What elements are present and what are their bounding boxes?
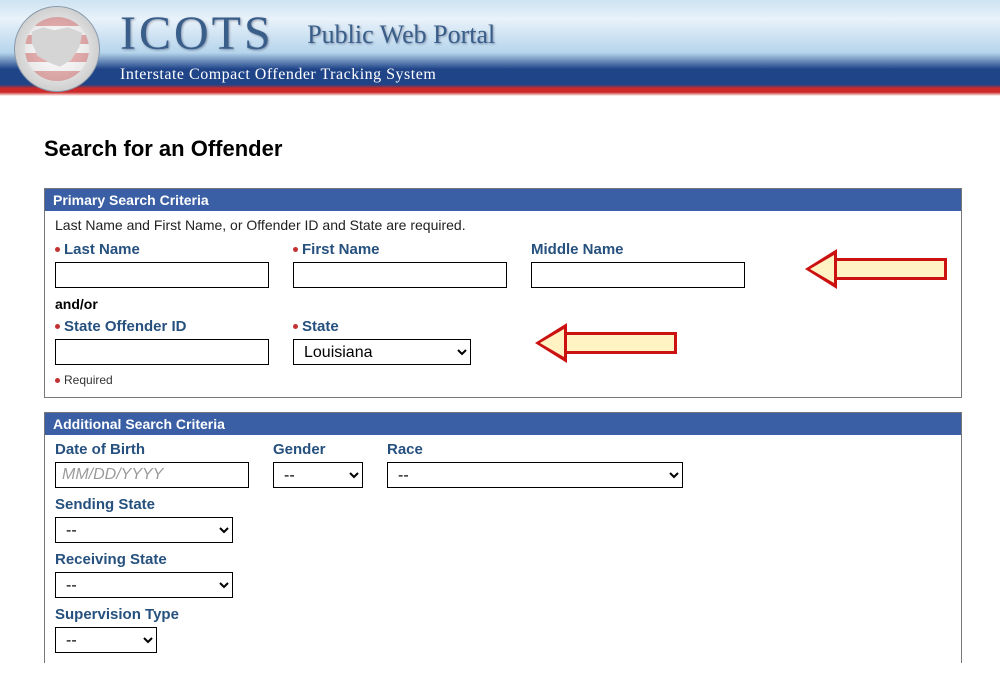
page-title: Search for an Offender xyxy=(44,136,962,162)
receiving-state-label: Receiving State xyxy=(55,551,233,568)
middle-name-input[interactable] xyxy=(531,262,745,288)
dob-input[interactable] xyxy=(55,462,249,488)
supervision-label: Supervision Type xyxy=(55,606,179,623)
banner: ICOTS Public Web Portal Interstate Compa… xyxy=(0,0,1000,96)
additional-panel: Additional Search Criteria Date of Birth… xyxy=(44,412,962,663)
required-note: Required xyxy=(55,373,951,387)
andor-label: and/or xyxy=(55,296,951,312)
banner-subtitle: Public Web Portal xyxy=(307,20,495,49)
sending-state-label: Sending State xyxy=(55,496,233,513)
primary-heading: Primary Search Criteria xyxy=(45,189,961,211)
offender-id-input[interactable] xyxy=(55,339,269,365)
first-name-label: First Name xyxy=(293,241,507,258)
additional-heading: Additional Search Criteria xyxy=(45,413,961,435)
required-dot-icon xyxy=(55,378,60,383)
offender-id-label: State Offender ID xyxy=(55,318,269,335)
primary-panel: Primary Search Criteria Last Name and Fi… xyxy=(44,188,962,398)
primary-helper: Last Name and First Name, or Offender ID… xyxy=(55,217,951,233)
logo-icon xyxy=(14,6,100,92)
required-dot-icon xyxy=(55,247,60,252)
gender-select[interactable]: -- xyxy=(273,462,363,488)
receiving-state-select[interactable]: -- xyxy=(55,572,233,598)
banner-tagline: Interstate Compact Offender Tracking Sys… xyxy=(120,66,436,84)
middle-name-label: Middle Name xyxy=(531,241,745,258)
race-select[interactable]: -- xyxy=(387,462,683,488)
supervision-select[interactable]: -- xyxy=(55,627,157,653)
sending-state-select[interactable]: -- xyxy=(55,517,233,543)
last-name-input[interactable] xyxy=(55,262,269,288)
state-label: State xyxy=(293,318,471,335)
last-name-label: Last Name xyxy=(55,241,269,258)
gender-label: Gender xyxy=(273,441,363,458)
banner-title: ICOTS Public Web Portal xyxy=(120,6,495,61)
required-dot-icon xyxy=(293,247,298,252)
required-dot-icon xyxy=(55,324,60,329)
race-label: Race xyxy=(387,441,683,458)
dob-label: Date of Birth xyxy=(55,441,249,458)
state-select[interactable]: Louisiana xyxy=(293,339,471,365)
banner-acronym: ICOTS xyxy=(120,7,274,60)
first-name-input[interactable] xyxy=(293,262,507,288)
required-dot-icon xyxy=(293,324,298,329)
